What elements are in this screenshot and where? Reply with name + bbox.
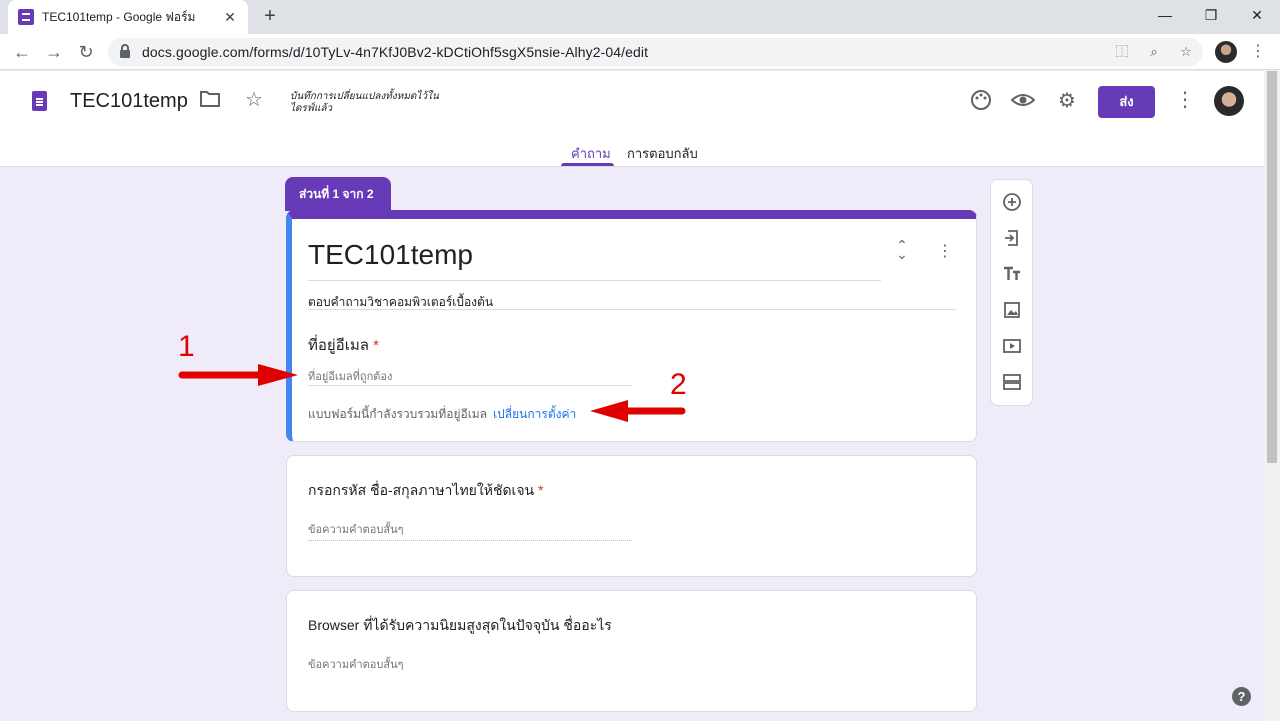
translate-icon[interactable]: ⿰ bbox=[1112, 42, 1132, 62]
question-title[interactable]: Browser ที่ได้รับความนิยมสูงสุดในปัจจุบั… bbox=[308, 615, 612, 637]
help-icon[interactable]: ? bbox=[1232, 687, 1251, 706]
active-tab-indicator bbox=[561, 163, 614, 166]
email-label-text: ที่อยู่อีเมล bbox=[308, 337, 369, 354]
bookmark-star-icon[interactable]: ☆ bbox=[1176, 42, 1196, 62]
title-underline bbox=[308, 280, 881, 281]
window-close-icon[interactable]: ✕ bbox=[1234, 0, 1280, 30]
short-answer-placeholder: ข้อความคำตอบสั้นๆ bbox=[308, 659, 404, 671]
avatar[interactable] bbox=[1214, 86, 1244, 116]
reload-button[interactable]: ↻ bbox=[74, 40, 98, 64]
question-title-text: Browser ที่ได้รับความนิยมสูงสุดในปัจจุบั… bbox=[308, 617, 612, 633]
star-icon[interactable]: ☆ bbox=[242, 88, 266, 112]
add-title-icon[interactable] bbox=[1002, 264, 1022, 284]
forms-favicon-icon bbox=[18, 9, 34, 25]
section-label: ส่วนที่ 1 จาก 2 bbox=[285, 177, 391, 211]
email-field[interactable]: ที่อยู่อีเมลที่ถูกต้อง bbox=[308, 367, 392, 385]
question-card[interactable]: กรอกรหัส ชื่อ-สกุลภาษาไทยให้ชัดเจน * ข้อ… bbox=[286, 455, 977, 577]
side-toolbar bbox=[990, 179, 1033, 406]
email-field-underline bbox=[308, 385, 632, 386]
minimize-icon[interactable]: — bbox=[1142, 0, 1188, 30]
collect-note-text: แบบฟอร์มนี้กำลังรวบรวมที่อยู่อีเมล bbox=[308, 407, 488, 421]
collapse-icon[interactable]: ⌃ ⌄ bbox=[894, 238, 910, 261]
back-button[interactable]: ← bbox=[10, 40, 34, 64]
more-vert-icon[interactable]: ⋮ bbox=[1173, 88, 1197, 112]
document-title[interactable]: TEC101temp bbox=[70, 90, 188, 113]
add-question-icon[interactable] bbox=[1002, 192, 1022, 212]
browser-tabstrip: TEC101temp - Google ฟอร์ม ✕ + — ❐ ✕ bbox=[0, 0, 1280, 34]
short-answer-underline bbox=[308, 540, 632, 541]
question-title[interactable]: กรอกรหัส ชื่อ-สกุลภาษาไทยให้ชัดเจน * bbox=[308, 480, 543, 502]
browser-toolbar: ← → ↻ docs.google.com/forms/d/10TyLv-4n7… bbox=[0, 34, 1280, 70]
address-bar[interactable]: docs.google.com/forms/d/10TyLv-4n7KfJ0Bv… bbox=[108, 38, 1203, 66]
browser-tab[interactable]: TEC101temp - Google ฟอร์ม ✕ bbox=[8, 0, 248, 34]
add-video-icon[interactable] bbox=[1002, 336, 1022, 356]
folder-icon[interactable] bbox=[198, 89, 222, 113]
add-section-icon[interactable] bbox=[1002, 372, 1022, 392]
forms-header: TEC101temp ☆ บันทึกการเปลี่ยนแปลงทั้งหมด… bbox=[0, 71, 1264, 167]
chrome-menu-icon[interactable]: ⋮ bbox=[1250, 40, 1266, 64]
annotation-arrow-2 bbox=[590, 400, 686, 422]
annotation-number-1: 1 bbox=[178, 330, 195, 363]
new-tab-button[interactable]: + bbox=[258, 5, 282, 29]
save-status: บันทึกการเปลี่ยนแปลงทั้งหมดไว้ในไดรฟ์แล้… bbox=[290, 91, 439, 114]
form-tabs: คำถาม การตอบกลับ bbox=[0, 141, 1264, 167]
scrollbar-thumb[interactable] bbox=[1267, 71, 1277, 463]
palette-icon[interactable] bbox=[969, 89, 993, 113]
required-asterisk: * bbox=[373, 337, 379, 354]
eye-icon[interactable] bbox=[1010, 89, 1036, 113]
collect-email-note: แบบฟอร์มนี้กำลังรวบรวมที่อยู่อีเมล เปลี่ย… bbox=[308, 405, 576, 424]
annotation-number-2: 2 bbox=[670, 368, 687, 401]
page-scrollbar[interactable] bbox=[1264, 71, 1280, 721]
zoom-icon[interactable]: ⌕ bbox=[1144, 42, 1164, 62]
question-card[interactable]: Browser ที่ได้รับความนิยมสูงสุดในปัจจุบั… bbox=[286, 590, 977, 712]
tab-title: TEC101temp - Google ฟอร์ม bbox=[42, 9, 196, 24]
change-settings-link[interactable]: เปลี่ยนการตั้งค่า bbox=[493, 407, 576, 421]
form-title[interactable]: TEC101temp bbox=[308, 239, 473, 271]
profile-avatar[interactable] bbox=[1215, 41, 1237, 63]
description-underline bbox=[308, 309, 956, 310]
url-text: docs.google.com/forms/d/10TyLv-4n7KfJ0Bv… bbox=[142, 44, 649, 60]
annotation-arrow-1 bbox=[178, 364, 298, 386]
gear-icon[interactable]: ⚙ bbox=[1055, 89, 1079, 113]
import-questions-icon[interactable] bbox=[1002, 228, 1022, 248]
tab-responses[interactable]: การตอบกลับ bbox=[627, 143, 698, 169]
forward-button[interactable]: → bbox=[42, 40, 66, 64]
add-image-icon[interactable] bbox=[1002, 300, 1022, 320]
lock-icon bbox=[120, 44, 130, 58]
question-title-text: กรอกรหัส ชื่อ-สกุลภาษาไทยให้ชัดเจน bbox=[308, 482, 535, 498]
card-more-icon[interactable]: ⋮ bbox=[937, 241, 953, 261]
forms-logo-icon[interactable] bbox=[32, 91, 47, 111]
email-field-label: ที่อยู่อีเมล * bbox=[308, 333, 379, 357]
send-button[interactable]: ส่ง bbox=[1098, 86, 1155, 118]
required-asterisk: * bbox=[538, 482, 544, 498]
short-answer-placeholder: ข้อความคำตอบสั้นๆ bbox=[308, 524, 404, 536]
tab-close-icon[interactable]: ✕ bbox=[222, 9, 238, 26]
restore-icon[interactable]: ❐ bbox=[1188, 0, 1234, 30]
